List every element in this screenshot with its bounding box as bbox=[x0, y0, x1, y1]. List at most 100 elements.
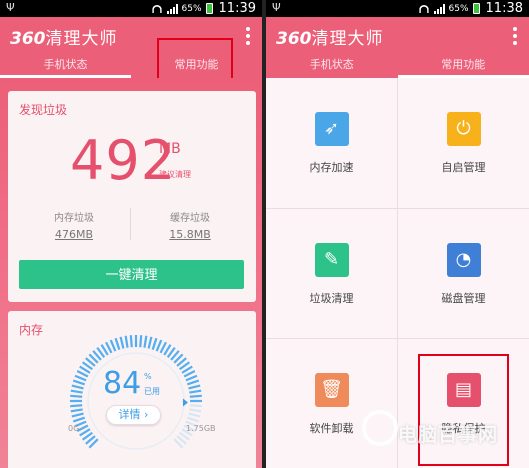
gauge-tick bbox=[70, 404, 83, 408]
app-title: 360清理大师 bbox=[276, 24, 384, 49]
power-icon: ⏻ bbox=[446, 112, 481, 146]
gauge-tick bbox=[183, 370, 196, 378]
status-bar-right: Ψ 65% 11:38 bbox=[266, 0, 529, 17]
gauge-tick bbox=[70, 408, 83, 413]
trash-icon: 🗑 bbox=[314, 373, 349, 407]
cache-junk-label: 缓存垃圾 bbox=[170, 213, 210, 224]
usb-icon: Ψ bbox=[272, 1, 281, 14]
junk-card: 发现垃圾 492 MB 建议清理 内存垃圾 476MB 缓存垃圾 15.8MB … bbox=[8, 91, 256, 302]
usb-icon: Ψ bbox=[6, 1, 15, 14]
gauge-tick bbox=[70, 394, 83, 398]
wifi-icon bbox=[151, 4, 162, 13]
memory-card: 内存 84 % 已用 详情 › 0G 1.75GB bbox=[8, 311, 256, 468]
gauge-tick bbox=[143, 335, 148, 348]
gauge-tick bbox=[114, 337, 121, 350]
memory-junk-label: 内存垃圾 bbox=[54, 213, 94, 224]
broom-icon: ✎ bbox=[314, 243, 349, 277]
battery-percent: 65% bbox=[448, 3, 469, 14]
overflow-menu-icon[interactable] bbox=[246, 27, 250, 45]
gauge-tick bbox=[187, 379, 200, 386]
gauge-tick bbox=[185, 374, 198, 382]
tab-phone-status[interactable]: 手机状态 bbox=[266, 55, 398, 78]
feature-label: 垃圾清理 bbox=[309, 292, 354, 305]
gauge-tick bbox=[105, 341, 113, 354]
gauge-tick bbox=[76, 370, 89, 378]
feature-junk-clean[interactable]: ✎ 垃圾清理 bbox=[266, 209, 397, 339]
feature-label: 磁盘管理 bbox=[441, 292, 486, 305]
battery-icon bbox=[472, 3, 480, 14]
gauge-min-label: 0G bbox=[68, 424, 80, 433]
gauge-tick bbox=[155, 339, 163, 352]
gauge-tick bbox=[109, 339, 117, 352]
gauge-tick bbox=[119, 336, 125, 349]
gauge-tick bbox=[188, 384, 201, 390]
signal-icon bbox=[166, 3, 178, 14]
tab-phone-status[interactable]: 手机状态 bbox=[0, 55, 131, 78]
feature-label: 自启管理 bbox=[441, 161, 486, 174]
app-title-number: 360 bbox=[276, 28, 312, 49]
feature-autostart[interactable]: ⏻ 自启管理 bbox=[398, 78, 529, 208]
battery-percent: 65% bbox=[181, 3, 202, 14]
app-title-text: 清理大师 bbox=[45, 28, 118, 49]
wifi-icon bbox=[418, 4, 429, 13]
highlight-box-feature bbox=[418, 354, 509, 466]
overflow-menu-icon[interactable] bbox=[513, 27, 517, 45]
feature-uninstall[interactable]: 🗑 软件卸载 bbox=[266, 339, 397, 468]
left-screen: Ψ 65% 11:39 360清理大师 手机状态 常用功能 发现垃圾 492 M… bbox=[0, 0, 262, 468]
memory-used-label: 已用 bbox=[144, 387, 160, 396]
app-title-text: 清理大师 bbox=[311, 28, 384, 49]
cache-junk-stat: 缓存垃圾 15.8MB bbox=[135, 209, 245, 241]
status-content: 发现垃圾 492 MB 建议清理 内存垃圾 476MB 缓存垃圾 15.8MB … bbox=[0, 78, 262, 468]
gauge-tick bbox=[189, 408, 202, 413]
tab-bar-right: 手机状态 常用功能 bbox=[266, 55, 529, 78]
gauge-tick bbox=[189, 389, 202, 394]
gauge-pointer bbox=[182, 398, 188, 407]
gauge-tick bbox=[187, 416, 200, 423]
feature-memory-boost[interactable]: ➶ 内存加速 bbox=[266, 78, 397, 208]
gauge-tick bbox=[147, 336, 153, 349]
gauge-tick bbox=[189, 394, 202, 398]
feature-label: 内存加速 bbox=[309, 161, 354, 174]
gauge-tick bbox=[139, 335, 143, 348]
app-title-number: 360 bbox=[10, 28, 46, 49]
memory-percent-sign: % bbox=[144, 372, 152, 381]
gauge-tick bbox=[70, 389, 83, 394]
gauge-tick bbox=[72, 379, 85, 386]
gauge-tick bbox=[159, 341, 167, 354]
battery-icon bbox=[205, 3, 213, 14]
memory-detail-button[interactable]: 详情 › bbox=[106, 405, 161, 425]
feature-label: 软件卸载 bbox=[309, 422, 354, 435]
tab-common-functions[interactable]: 常用功能 bbox=[397, 55, 529, 78]
status-time: 11:38 bbox=[485, 1, 523, 16]
memory-junk-stat: 内存垃圾 476MB bbox=[19, 209, 129, 241]
gauge-tick bbox=[124, 335, 129, 348]
app-title: 360清理大师 bbox=[10, 24, 118, 49]
app-bar-right: 360清理大师 bbox=[266, 17, 529, 55]
status-time: 11:39 bbox=[218, 1, 256, 16]
right-screen: Ψ 65% 11:38 360清理大师 手机状态 常用功能 ➶ 内存加速 ⏻ 自… bbox=[266, 0, 529, 468]
status-bar: Ψ 65% 11:39 bbox=[0, 0, 262, 17]
gauge-max-label: 1.75GB bbox=[186, 424, 216, 433]
signal-icon bbox=[433, 3, 445, 14]
gauge-tick bbox=[188, 412, 201, 418]
gauge-tick bbox=[71, 412, 84, 418]
rocket-icon: ➶ bbox=[314, 112, 349, 146]
stat-divider bbox=[130, 208, 131, 240]
gauge-tick bbox=[151, 337, 158, 350]
junk-unit: MB bbox=[159, 141, 181, 157]
junk-card-title: 发现垃圾 bbox=[19, 103, 68, 117]
pie-chart-icon: ◔ bbox=[446, 243, 481, 277]
gauge-tick bbox=[129, 335, 133, 348]
gauge-tick bbox=[189, 404, 202, 408]
gauge-tick bbox=[74, 374, 87, 382]
junk-amount: 492 bbox=[70, 129, 177, 192]
memory-junk-value[interactable]: 476MB bbox=[19, 228, 129, 241]
gauge-tick bbox=[72, 416, 85, 423]
one-click-clean-button[interactable]: 一键清理 bbox=[19, 260, 244, 289]
gauge-tick bbox=[71, 384, 84, 390]
cache-junk-value[interactable]: 15.8MB bbox=[135, 228, 245, 241]
memory-percent: 84 bbox=[103, 366, 142, 401]
junk-suggest: 建议清理 bbox=[159, 170, 191, 179]
memory-card-title: 内存 bbox=[19, 323, 44, 337]
feature-disk-manage[interactable]: ◔ 磁盘管理 bbox=[398, 209, 529, 339]
